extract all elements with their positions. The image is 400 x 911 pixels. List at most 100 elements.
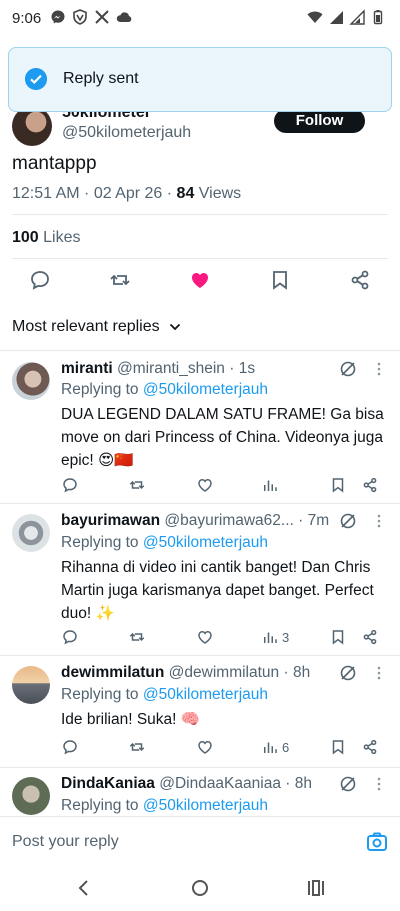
views-count: 84 — [176, 185, 195, 202]
repost-button[interactable] — [128, 475, 146, 495]
like-button[interactable] — [196, 627, 214, 647]
heart-icon — [198, 630, 212, 644]
more-options-icon[interactable] — [376, 513, 382, 529]
grok-icon[interactable] — [339, 512, 357, 530]
bookmark-icon — [332, 630, 344, 645]
share-icon[interactable] — [348, 268, 372, 292]
reply-avatar[interactable] — [12, 514, 50, 552]
share-button[interactable] — [361, 737, 379, 757]
like-icon-filled[interactable] — [188, 268, 212, 292]
vpn-icon — [73, 9, 87, 25]
divider — [0, 767, 400, 768]
bookmark-button[interactable] — [329, 627, 347, 647]
views-button[interactable]: 3 — [261, 627, 289, 647]
reply-author-handle[interactable]: @bayurimawa62... — [164, 512, 293, 529]
divider — [0, 655, 400, 656]
reply-header: bayurimawan @bayurimawa62... · 7m — [61, 512, 329, 530]
reply-button[interactable] — [61, 627, 79, 647]
views-button[interactable]: 6 — [261, 737, 289, 757]
reply-icon — [63, 630, 77, 645]
follow-button[interactable]: Follow — [274, 109, 365, 133]
bookmark-button[interactable] — [329, 737, 347, 757]
likes-line[interactable]: 100 Likes — [12, 229, 81, 247]
like-button[interactable] — [196, 475, 214, 495]
bookmark-button[interactable] — [329, 475, 347, 495]
more-options-icon[interactable] — [376, 665, 382, 681]
grok-icon[interactable] — [339, 360, 357, 378]
bookmark-icon — [332, 740, 344, 755]
reply-author-name[interactable]: miranti — [61, 360, 113, 377]
messenger-icon — [51, 10, 65, 24]
replying-to-handle[interactable]: @50kilometerjauh — [143, 797, 268, 814]
views-label: Views — [194, 185, 242, 202]
reply-button[interactable] — [61, 475, 79, 495]
bookmark-icon — [332, 478, 344, 493]
sort-replies-dropdown[interactable]: Most relevant replies — [12, 318, 182, 336]
reply-action-bar — [61, 475, 391, 495]
reply-sent-toast[interactable]: Reply sent — [8, 47, 392, 112]
reply-action-bar: 3 — [61, 627, 391, 647]
camera-icon[interactable] — [366, 831, 388, 853]
cloud-icon — [116, 12, 132, 22]
replying-to: Replying to @50kilometerjauh — [61, 797, 269, 814]
reply-avatar[interactable] — [12, 362, 50, 400]
author-handle[interactable]: @50kilometerjauh — [62, 124, 191, 142]
like-button[interactable] — [196, 737, 214, 757]
replying-to-handle[interactable]: @50kilometerjauh — [143, 534, 268, 551]
home-icon[interactable] — [190, 878, 210, 898]
status-system-icons — [307, 9, 386, 25]
replying-to: Replying to @50kilometerjauh — [61, 381, 269, 398]
grok-icon[interactable] — [339, 775, 357, 793]
post-timestamp: 12:51 AM · 02 Apr 26 · — [12, 185, 177, 202]
repost-icon — [129, 632, 145, 642]
signal-icon-2 — [349, 9, 365, 25]
more-options-icon[interactable] — [376, 776, 382, 792]
divider — [12, 258, 388, 259]
reply-author-name[interactable]: DindaKaniaa — [61, 775, 155, 792]
system-navigation-bar — [0, 868, 400, 911]
divider — [0, 503, 400, 504]
battery-icon — [373, 10, 383, 25]
sort-label: Most relevant replies — [12, 318, 160, 335]
reply-header: DindaKaniaa @DindaaKaaniaa · 8h — [61, 775, 312, 793]
reply-header: dewimmilatun @dewimmilatun · 8h — [61, 664, 310, 682]
status-bar: 9:06 — [0, 0, 400, 36]
analytics-icon — [264, 480, 277, 491]
divider — [0, 350, 400, 351]
share-button[interactable] — [361, 475, 379, 495]
grok-icon[interactable] — [339, 664, 357, 682]
author-avatar[interactable] — [12, 106, 52, 146]
reply-button[interactable] — [61, 737, 79, 757]
reply-icon — [63, 740, 77, 755]
reply-avatar[interactable] — [12, 777, 50, 815]
reply-author-handle[interactable]: @DindaaKaaniaa — [159, 775, 281, 792]
reply-avatar[interactable] — [12, 666, 50, 704]
replying-to-handle[interactable]: @50kilometerjauh — [143, 686, 268, 703]
repost-icon[interactable] — [108, 268, 132, 292]
views-count: 3 — [282, 629, 290, 645]
reply-header: miranti @miranti_shein · 1s — [61, 360, 255, 378]
reply-text: DUA LEGEND DALAM SATU FRAME! Ga bisa mov… — [61, 406, 384, 469]
back-icon[interactable] — [74, 878, 94, 898]
reply-icon[interactable] — [28, 268, 52, 292]
share-button[interactable] — [361, 627, 379, 647]
reply-text: Rihanna di video ini cantik banget! Dan … — [61, 559, 374, 622]
analytics-icon — [264, 632, 277, 643]
reply-action-bar: 6 — [61, 737, 391, 757]
post-meta: 12:51 AM · 02 Apr 26 · 84 Views — [12, 185, 241, 203]
replying-to: Replying to @50kilometerjauh — [61, 534, 269, 551]
more-options-icon[interactable] — [376, 361, 382, 377]
reply-compose-bar: Post your reply — [0, 816, 400, 868]
recents-icon[interactable] — [306, 878, 326, 898]
reply-author-handle[interactable]: @dewimmilatun — [169, 664, 280, 681]
divider — [12, 214, 388, 215]
views-button[interactable] — [261, 475, 282, 495]
bookmark-icon[interactable] — [268, 268, 292, 292]
reply-author-name[interactable]: bayurimawan — [61, 512, 160, 529]
repost-button[interactable] — [128, 737, 146, 757]
reply-author-name[interactable]: dewimmilatun — [61, 664, 164, 681]
repost-button[interactable] — [128, 627, 146, 647]
replying-to-handle[interactable]: @50kilometerjauh — [143, 381, 268, 398]
reply-input[interactable]: Post your reply — [12, 833, 119, 851]
reply-author-handle[interactable]: @miranti_shein — [117, 360, 225, 377]
